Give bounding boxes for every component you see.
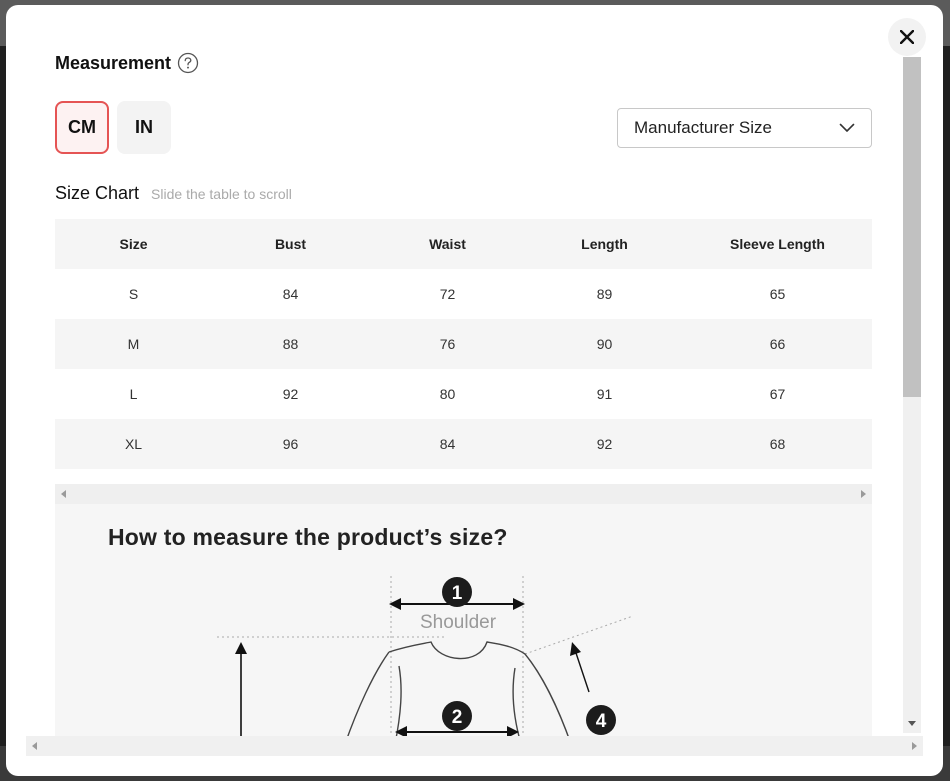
close-button[interactable] xyxy=(888,18,926,56)
scroll-right-arrow-icon[interactable] xyxy=(912,742,917,750)
garment-diagram: 1 Shoulder 4 2 xyxy=(217,576,634,744)
modal-header: Measurement xyxy=(55,52,199,74)
table-cell: S xyxy=(128,286,139,302)
vertical-scrollbar-thumb[interactable] xyxy=(903,57,921,397)
table-cell: 80 xyxy=(439,386,456,402)
table-cell: 66 xyxy=(769,336,786,352)
unit-in-button[interactable]: IN xyxy=(117,101,171,154)
column-header-waist: Waist xyxy=(429,236,466,252)
size-chart-heading: Size Chart Slide the table to scroll xyxy=(55,183,292,204)
table-cell: XL xyxy=(124,436,143,452)
column-header-bust: Bust xyxy=(274,236,307,252)
table-row: M 88 76 90 66 xyxy=(55,319,872,369)
modal-vertical-scrollbar[interactable] xyxy=(903,57,921,733)
scroll-down-arrow-icon[interactable] xyxy=(908,721,916,726)
table-cell: 72 xyxy=(439,286,456,302)
modal-horizontal-scrollbar[interactable] xyxy=(26,736,923,756)
table-row: XL 96 84 92 68 xyxy=(55,419,872,469)
table-cell: 84 xyxy=(439,436,456,452)
unit-toggle: CM IN xyxy=(55,101,171,154)
size-standard-select[interactable]: Manufacturer Size xyxy=(617,108,872,148)
table-cell: 91 xyxy=(596,386,613,402)
table-row: S 84 72 89 65 xyxy=(55,269,872,319)
scroll-right-arrow-icon[interactable] xyxy=(861,490,866,498)
measure-guide-image: How to measure the product’s size? 1 Sho… xyxy=(55,504,872,744)
table-cell: 68 xyxy=(769,436,786,452)
table-cell: 76 xyxy=(439,336,456,352)
unit-cm-button[interactable]: CM xyxy=(55,101,109,154)
marker-1-label: 1 xyxy=(452,583,463,604)
scroll-left-arrow-icon[interactable] xyxy=(61,490,66,498)
table-cell: 88 xyxy=(282,336,299,352)
shoulder-label: Shoulder xyxy=(420,612,497,633)
column-header-sleeve-length: Sleeve Length xyxy=(730,236,825,252)
table-cell: 89 xyxy=(596,286,613,302)
close-icon xyxy=(900,30,914,44)
chevron-down-icon xyxy=(839,123,855,132)
column-header-length: Length xyxy=(581,236,628,252)
table-header-row: Size Bust Waist Length Sleeve Length xyxy=(55,219,872,269)
size-chart-title: Size Chart xyxy=(55,183,140,203)
scroll-left-arrow-icon[interactable] xyxy=(32,742,37,750)
table-cell: 65 xyxy=(769,286,786,302)
table-cell: 92 xyxy=(596,436,613,452)
table-horizontal-scrollbar[interactable] xyxy=(55,484,872,504)
marker-4-label: 4 xyxy=(596,711,607,732)
table-cell: 96 xyxy=(282,436,299,452)
table-cell: M xyxy=(127,336,140,352)
table-cell: 84 xyxy=(282,286,299,302)
measurement-modal: Measurement CM IN Manufacturer Size Size… xyxy=(6,5,943,776)
size-chart-table[interactable]: Size Bust Waist Length Sleeve Length S 8… xyxy=(55,219,872,469)
marker-2-label: 2 xyxy=(452,707,463,728)
table-cell: 92 xyxy=(282,386,299,402)
table-cell: 67 xyxy=(769,386,786,402)
column-header-size: Size xyxy=(119,236,148,252)
question-circle-icon[interactable] xyxy=(177,52,199,74)
size-standard-value: Manufacturer Size xyxy=(634,118,772,137)
modal-title: Measurement xyxy=(55,52,172,73)
table-cell: L xyxy=(129,386,138,402)
table-row: L 92 80 91 67 xyxy=(55,369,872,419)
table-cell: 90 xyxy=(596,336,613,352)
scroll-hint: Slide the table to scroll xyxy=(151,186,292,202)
